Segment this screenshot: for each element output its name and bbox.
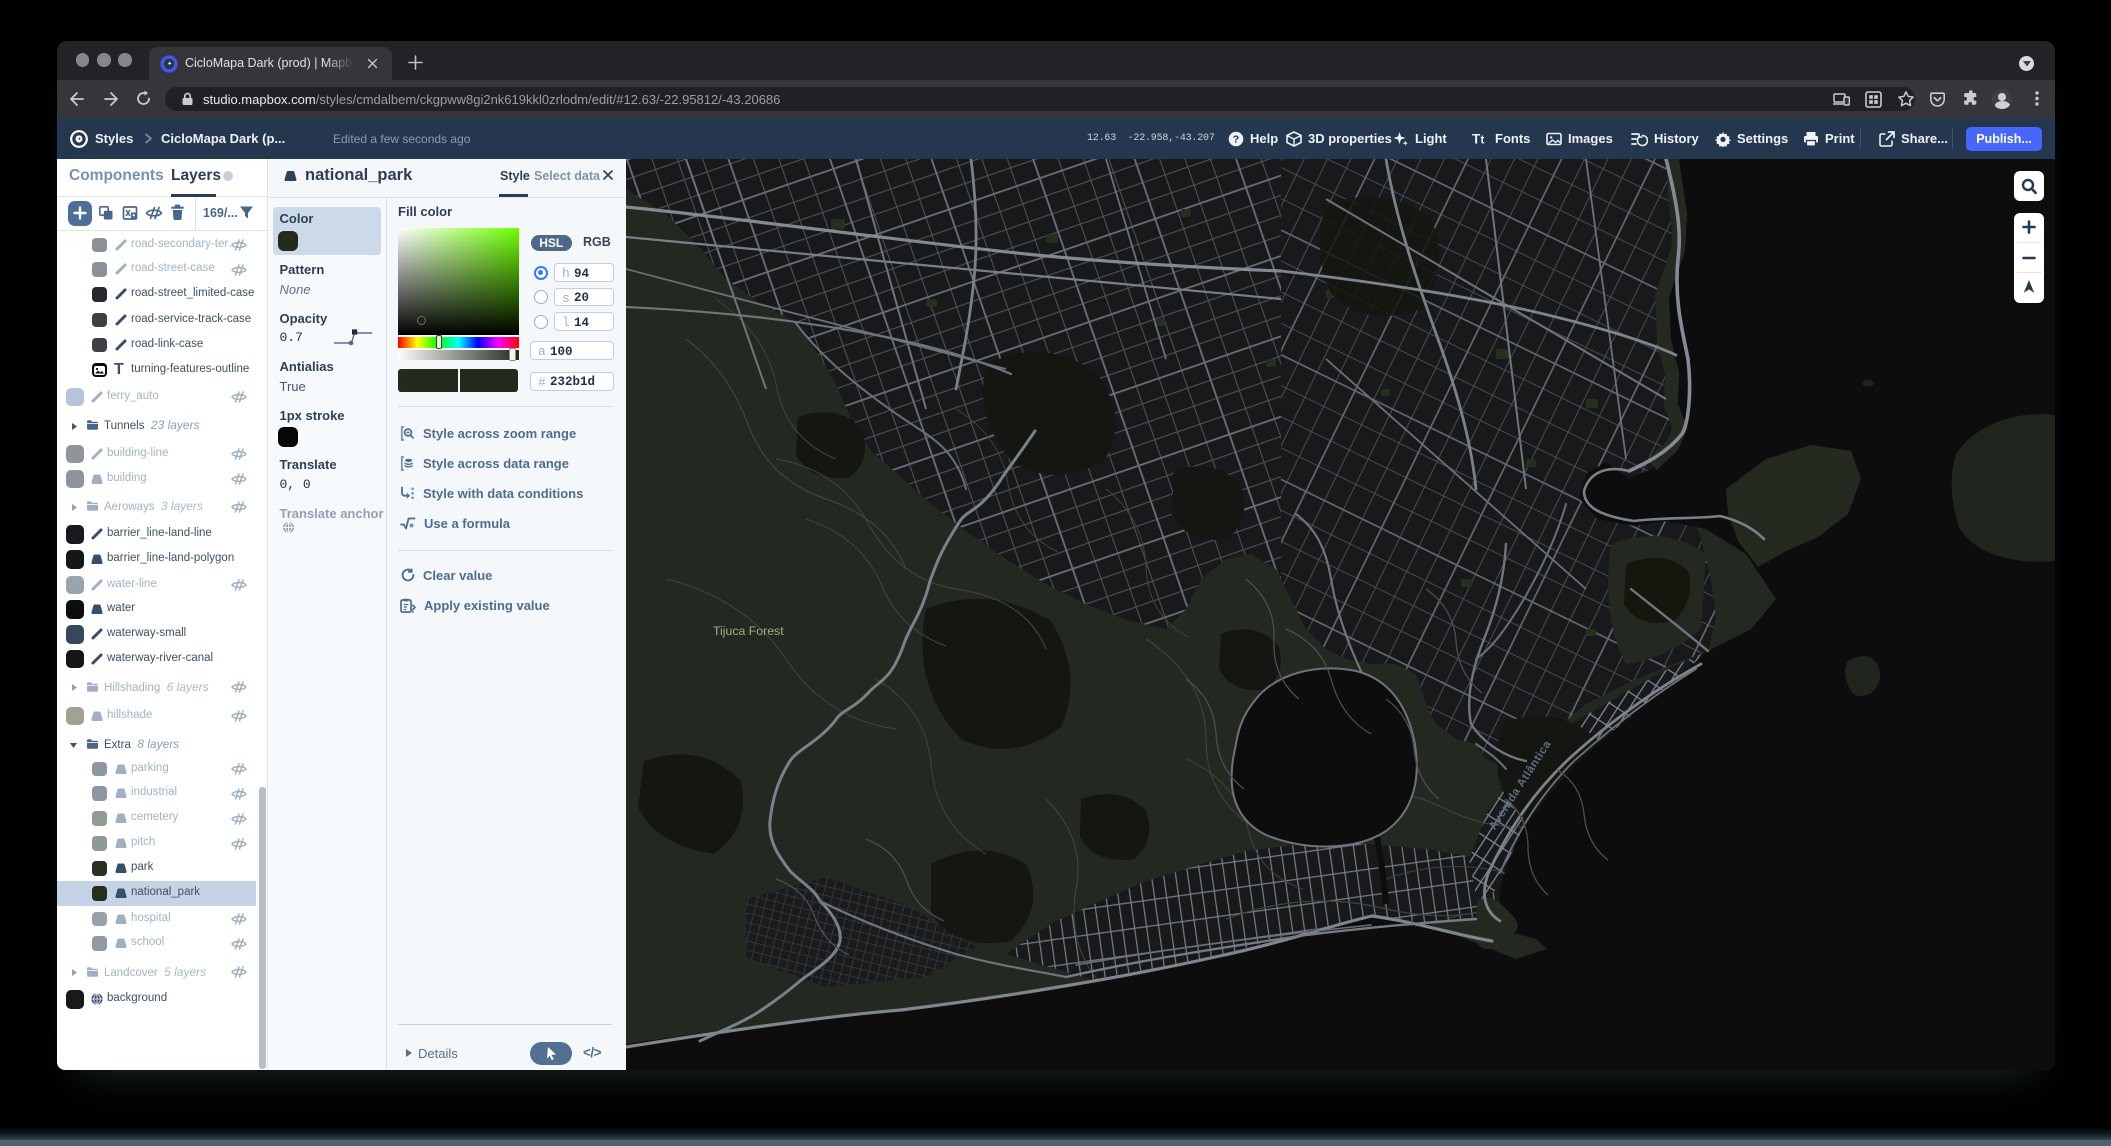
svg-text:?: ? [1233, 133, 1239, 145]
svg-text:Tijuca Forest: Tijuca Forest [713, 624, 784, 638]
svg-text:t: t [1481, 135, 1485, 147]
